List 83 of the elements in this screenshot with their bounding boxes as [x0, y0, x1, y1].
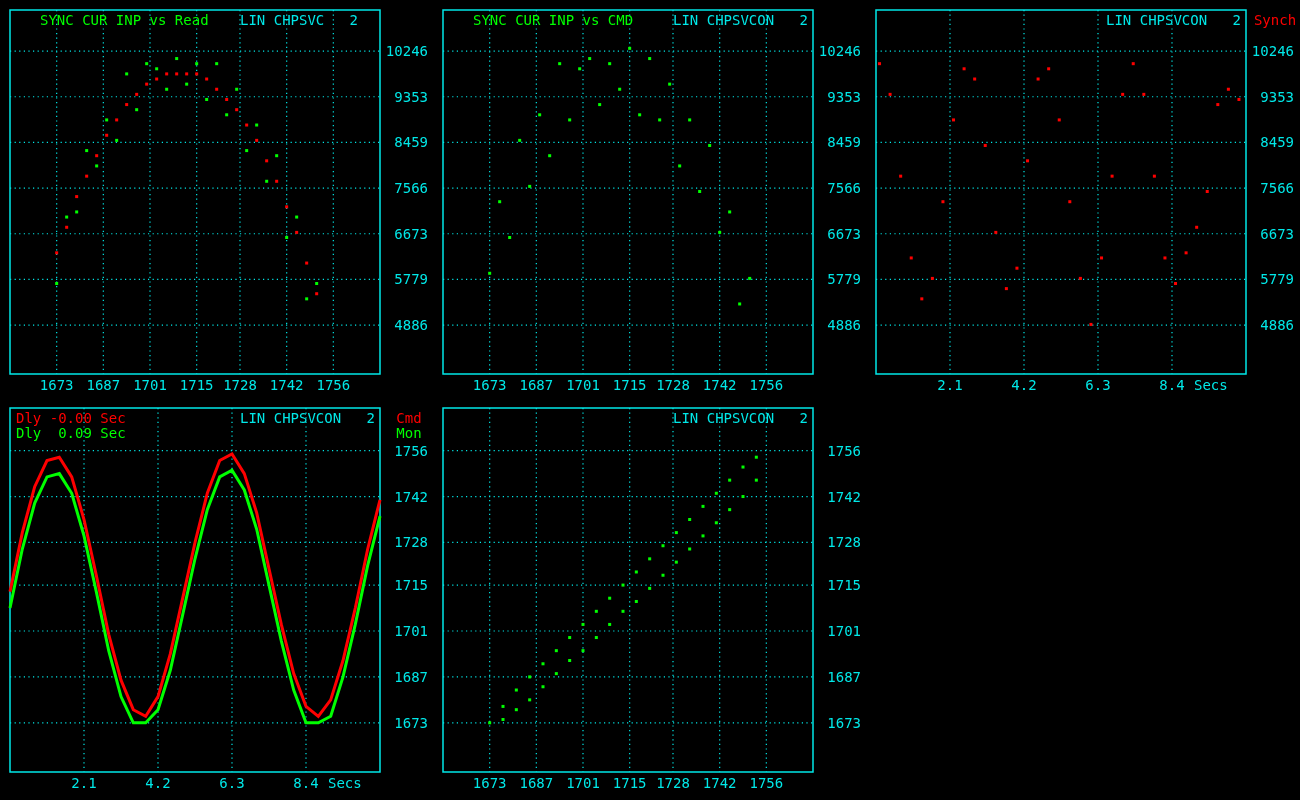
x-tick-label: 1728 [656, 377, 690, 393]
y-tick-label: 4886 [394, 317, 428, 334]
x-tick-label: 1742 [269, 377, 304, 393]
x-tick-label: 1701 [133, 377, 167, 393]
x-tick-label: 1715 [179, 377, 214, 393]
y-tick-label: 6673 [394, 225, 428, 242]
channel-number: 2 [799, 12, 808, 28]
y-tick-label: 1742 [394, 488, 428, 505]
x-tick-label: 1673 [472, 377, 507, 393]
y-tick-label: 7566 [1260, 180, 1294, 197]
scale-label: LIN CHPSVC [240, 12, 325, 28]
y-tick-label: 1756 [827, 442, 861, 459]
x-tick-label: 4.2 [145, 775, 171, 791]
delay-legend-label: Dly -0.00 Sec [16, 410, 126, 426]
x-tick-label: 1687 [86, 377, 121, 393]
x-tick-label: 1715 [612, 377, 647, 393]
scale-label: LIN CHPSVCON [240, 410, 342, 426]
y-tick-label: 9353 [1260, 88, 1294, 105]
x-axis-label: Secs [1194, 377, 1228, 393]
chart-title: SYNC CUR INP vs CMD [473, 12, 634, 28]
y-tick-label: 1687 [827, 668, 861, 685]
y-tick-label: 10246 [1251, 43, 1294, 60]
y-tick-label: 5779 [394, 271, 428, 288]
y-tick-label: 1728 [827, 534, 861, 551]
x-tick-label: 8.4 [1159, 377, 1185, 393]
y-tick-label: 1673 [394, 714, 428, 731]
x-tick-label: 1756 [749, 377, 784, 393]
x-tick-label: 1687 [519, 775, 554, 791]
y-tick-label: 1715 [827, 577, 861, 594]
x-tick-label: 1687 [519, 377, 554, 393]
y-tick-label: 10246 [385, 43, 428, 60]
x-tick-label: 1742 [702, 377, 737, 393]
scale-label: LIN CHPSVCON [673, 410, 775, 426]
x-tick-label: 1701 [566, 775, 600, 791]
chart-title: SYNC CUR INP vs Read [40, 12, 209, 28]
series-label: Mon [396, 425, 422, 441]
y-tick-label: 1728 [394, 534, 428, 551]
y-tick-label: 1673 [827, 714, 861, 731]
x-tick-label: 6.3 [219, 775, 245, 791]
channel-number: 2 [799, 410, 808, 426]
scale-label: LIN CHPSVCON [673, 12, 775, 28]
y-tick-label: 7566 [394, 180, 428, 197]
x-tick-label: 1728 [223, 377, 257, 393]
channel-number: 2 [366, 410, 375, 426]
y-tick-label: 5779 [827, 271, 861, 288]
series-label: Cmd [396, 410, 422, 426]
x-tick-label: 1673 [39, 377, 74, 393]
y-tick-label: 8459 [394, 134, 428, 151]
x-axis-label: Secs [328, 775, 362, 791]
x-tick-label: 1673 [472, 775, 507, 791]
y-tick-label: 1701 [394, 623, 428, 639]
x-tick-label: 8.4 [293, 775, 319, 791]
x-tick-label: 1756 [316, 377, 351, 393]
delay-legend-label: Dly 0.09 Sec [16, 425, 126, 441]
x-tick-label: 1701 [566, 377, 600, 393]
y-tick-label: 9353 [394, 88, 428, 105]
y-tick-label: 1687 [394, 668, 428, 685]
y-tick-label: 1701 [827, 623, 861, 639]
x-tick-label: 4.2 [1011, 377, 1037, 393]
y-tick-label: 6673 [827, 225, 861, 242]
y-tick-label: 9353 [827, 88, 861, 105]
x-tick-label: 1728 [656, 775, 690, 791]
channel-number: 2 [349, 12, 359, 28]
y-tick-label: 6673 [1260, 225, 1294, 242]
y-tick-label: 8459 [827, 134, 861, 151]
y-tick-label: 1756 [394, 442, 428, 459]
scale-label: LIN CHPSVCON [1106, 12, 1208, 28]
x-tick-label: 1715 [612, 775, 647, 791]
channel-number: 2 [1232, 12, 1241, 28]
y-tick-label: 4886 [827, 317, 861, 334]
series-label: Synch [1253, 12, 1297, 28]
y-tick-label: 7566 [827, 180, 861, 197]
y-tick-label: 5779 [1260, 271, 1294, 288]
y-tick-label: 1742 [827, 488, 861, 505]
x-tick-label: 1742 [702, 775, 737, 791]
x-tick-label: 2.1 [937, 377, 963, 393]
x-tick-label: 2.1 [71, 775, 97, 791]
y-tick-label: 8459 [1260, 134, 1294, 151]
x-tick-label: 6.3 [1085, 377, 1111, 393]
x-tick-label: 1756 [749, 775, 784, 791]
y-tick-label: 10246 [818, 43, 861, 60]
y-tick-label: 4886 [1260, 317, 1294, 334]
y-tick-label: 1715 [394, 577, 428, 594]
